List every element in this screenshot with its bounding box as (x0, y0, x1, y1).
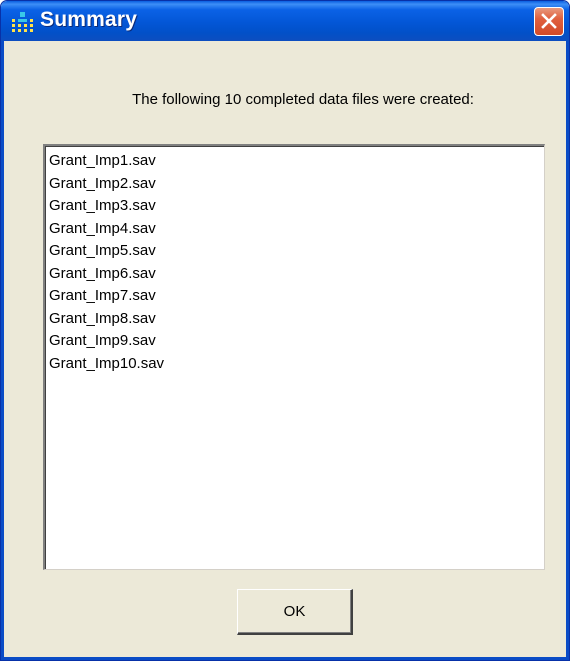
close-button[interactable] (534, 7, 564, 36)
window-border-left (1, 41, 4, 660)
summary-dialog: Summary The following 10 completed data … (0, 0, 570, 661)
file-list-item[interactable]: Grant_Imp8.sav (49, 308, 544, 331)
file-list-item[interactable]: Grant_Imp9.sav (49, 330, 544, 353)
file-list-item[interactable]: Grant_Imp6.sav (49, 263, 544, 286)
window-title: Summary (40, 8, 138, 31)
summary-message-text: The following 10 completed data files we… (132, 91, 474, 108)
file-list-item[interactable]: Grant_Imp4.sav (49, 218, 544, 241)
file-list-box[interactable]: Grant_Imp1.sav Grant_Imp2.sav Grant_Imp3.s… (43, 144, 545, 570)
close-icon (541, 13, 557, 29)
file-list-item[interactable]: Grant_Imp1.sav (49, 150, 544, 173)
file-list-item[interactable]: Grant_Imp2.sav (49, 173, 544, 196)
title-bar[interactable]: Summary (1, 1, 569, 41)
app-icon (11, 12, 35, 32)
ok-button-label: OK (283, 602, 306, 620)
ok-button[interactable]: OK (237, 589, 353, 635)
window-border-right (566, 41, 569, 660)
file-list: Grant_Imp1.sav Grant_Imp2.sav Grant_Imp3.s… (49, 150, 544, 375)
window-border-bottom (1, 657, 569, 660)
file-list-item[interactable]: Grant_Imp7.sav (49, 285, 544, 308)
summary-message: The following 10 completed data files we… (1, 91, 569, 108)
file-list-item[interactable]: Grant_Imp5.sav (49, 240, 544, 263)
file-list-item[interactable]: Grant_Imp3.sav (49, 195, 544, 218)
file-list-item[interactable]: Grant_Imp10.sav (49, 353, 544, 376)
